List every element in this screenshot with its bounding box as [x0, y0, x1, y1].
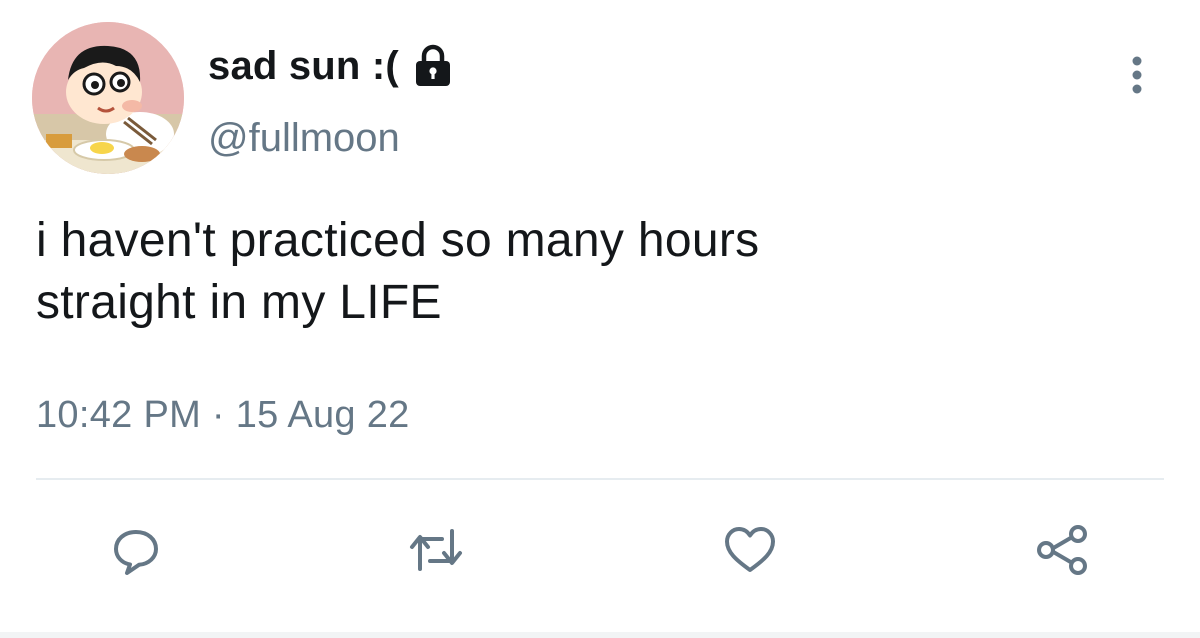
user-handle[interactable]: @fullmoon: [208, 116, 400, 161]
tweet-card: sad sun :( @fullmoon i haven't practiced…: [0, 0, 1200, 638]
tweet-text-line: straight in my LIFE: [36, 276, 442, 329]
tweet-text-line: i haven't practiced so many hours: [36, 214, 760, 267]
display-name-row: sad sun :(: [208, 40, 453, 92]
tweet-timestamp[interactable]: 10:42 PM · 15 Aug 22: [36, 394, 410, 437]
divider: [36, 478, 1164, 480]
retweet-button[interactable]: [406, 520, 466, 580]
cartoon-avatar-image: [32, 22, 184, 174]
reply-icon: [114, 530, 158, 575]
more-vertical-icon[interactable]: [1122, 54, 1152, 96]
avatar[interactable]: [32, 22, 184, 174]
tweet-text: i haven't practiced so many hours straig…: [36, 210, 1156, 334]
share-button[interactable]: [1032, 520, 1092, 580]
heart-icon: [725, 527, 775, 572]
lock-icon: [413, 44, 453, 88]
like-button[interactable]: [720, 520, 780, 580]
retweet-icon: [410, 529, 462, 571]
bottom-divider: [0, 632, 1200, 638]
share-icon: [1037, 525, 1087, 575]
reply-button[interactable]: [106, 520, 166, 580]
display-name[interactable]: sad sun :(: [208, 44, 399, 89]
